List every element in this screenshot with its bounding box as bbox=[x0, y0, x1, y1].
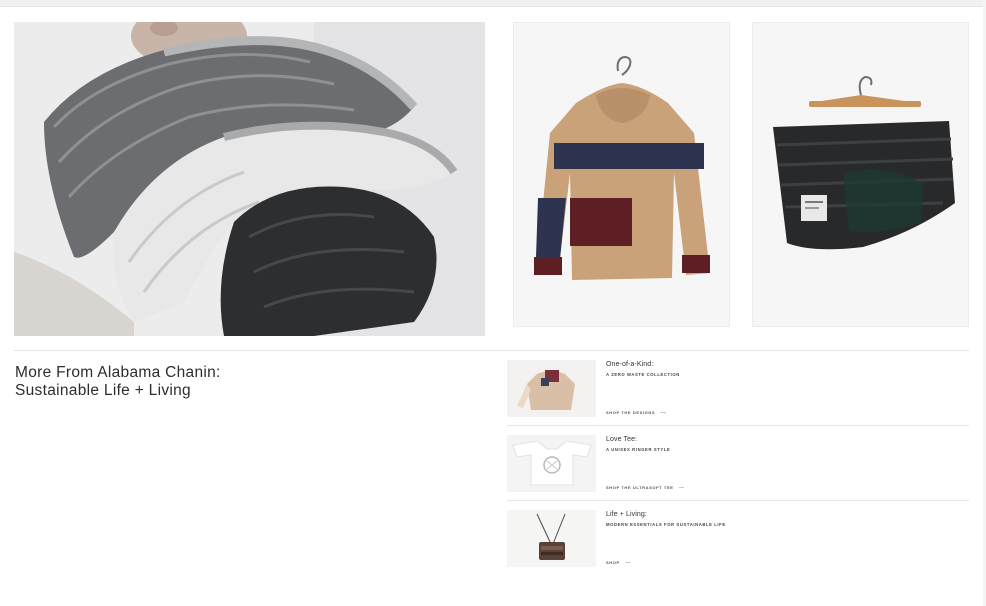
arrow-right-icon: ⟶ bbox=[678, 485, 685, 490]
promo-thumb-love-tee[interactable] bbox=[507, 435, 596, 492]
promo-thumb-illustration bbox=[507, 510, 596, 567]
promo-subtitle: A ZERO WASTE COLLECTION bbox=[606, 372, 680, 377]
promo-thumb-life-living[interactable] bbox=[507, 510, 596, 567]
more-from-title: More From Alabama Chanin: Sustainable Li… bbox=[15, 364, 435, 399]
promo-list: One-of-a-Kind: A ZERO WASTE COLLECTION S… bbox=[507, 359, 969, 584]
shop-designs-link[interactable]: SHOP THE DESIGNS ⟶ bbox=[606, 410, 666, 415]
section-divider bbox=[14, 350, 969, 351]
promo-subtitle: A UNISEX RINGER STYLE bbox=[606, 447, 671, 452]
arrow-right-icon: ⟶ bbox=[660, 410, 666, 415]
page: More From Alabama Chanin: Sustainable Li… bbox=[0, 0, 986, 606]
hero-illustration bbox=[14, 22, 485, 336]
promo-heading: One-of-a-Kind: bbox=[606, 361, 654, 368]
puffer-wrap-illustration bbox=[753, 23, 968, 326]
promo-divider bbox=[507, 500, 969, 501]
cta-label: SHOP THE ULTRASOFT TEE bbox=[606, 485, 674, 490]
promo-item-life-living: Life + Living: MODERN ESSENTIALS FOR SUS… bbox=[507, 509, 969, 584]
promo-item-one-of-a-kind: One-of-a-Kind: A ZERO WASTE COLLECTION S… bbox=[507, 359, 969, 434]
shop-ultrasoft-tee-link[interactable]: SHOP THE ULTRASOFT TEE ⟶ bbox=[606, 485, 684, 490]
promo-thumb-illustration bbox=[507, 435, 596, 492]
promo-subtitle: MODERN ESSENTIALS FOR SUSTAINABLE LIFE bbox=[606, 522, 726, 527]
top-strip bbox=[0, 0, 986, 7]
product-image-puffer-wrap[interactable] bbox=[752, 22, 969, 327]
color-block-top-illustration bbox=[514, 23, 729, 326]
cta-label: SHOP bbox=[606, 560, 620, 565]
product-image-color-block-top[interactable] bbox=[513, 22, 730, 327]
promo-heading: Love Tee: bbox=[606, 436, 638, 443]
promo-thumb-one-of-a-kind[interactable] bbox=[507, 360, 596, 417]
promo-heading: Life + Living: bbox=[606, 511, 647, 518]
promo-divider bbox=[507, 425, 969, 426]
hero-image[interactable] bbox=[14, 22, 485, 336]
arrow-right-icon: ⟶ bbox=[624, 560, 631, 565]
promo-thumb-illustration bbox=[507, 360, 596, 417]
cta-label: SHOP THE DESIGNS bbox=[606, 410, 656, 415]
more-from-title-line1: More From Alabama Chanin: bbox=[15, 364, 221, 381]
shop-link[interactable]: SHOP ⟶ bbox=[606, 560, 630, 565]
promo-item-love-tee: Love Tee: A UNISEX RINGER STYLE SHOP THE… bbox=[507, 434, 969, 509]
more-from-title-line2: Sustainable Life + Living bbox=[15, 381, 191, 399]
